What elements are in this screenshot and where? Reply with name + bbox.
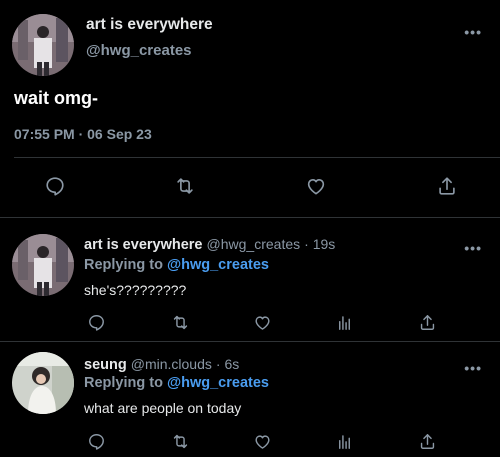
- avatar[interactable]: [12, 352, 74, 414]
- handle[interactable]: @hwg_creates: [207, 236, 301, 252]
- replying-to-link[interactable]: @hwg_creates: [167, 257, 269, 273]
- avatar[interactable]: [12, 234, 74, 296]
- reply-time: · 6s: [215, 356, 240, 372]
- replying-to-link[interactable]: @hwg_creates: [167, 375, 269, 391]
- like-icon[interactable]: [304, 174, 328, 198]
- handle[interactable]: @min.clouds: [131, 356, 212, 372]
- divider: [14, 157, 500, 158]
- display-name[interactable]: seung: [84, 357, 127, 373]
- share-icon[interactable]: [435, 174, 459, 198]
- reply-time: · 19s: [304, 236, 336, 252]
- more-dots-icon[interactable]: •••: [464, 240, 482, 256]
- avatar[interactable]: [12, 14, 74, 76]
- more-dots-icon[interactable]: •••: [464, 24, 482, 40]
- retweet-icon[interactable]: [168, 310, 192, 334]
- display-name[interactable]: art is everywhere: [86, 16, 213, 34]
- analytics-icon[interactable]: [332, 429, 356, 453]
- replying-label: Replying to: [84, 375, 163, 391]
- like-icon[interactable]: [250, 310, 274, 334]
- handle[interactable]: @hwg_creates: [86, 42, 192, 59]
- divider: [0, 341, 500, 342]
- tweet-actions: [0, 310, 500, 334]
- replying-label: Replying to: [84, 257, 163, 273]
- timestamp[interactable]: 07:55 PM · 06 Sep 23: [14, 126, 152, 142]
- display-name[interactable]: art is everywhere: [84, 237, 203, 253]
- tweet-text: what are people on today: [84, 400, 242, 416]
- retweet-icon[interactable]: [168, 429, 192, 453]
- retweet-icon[interactable]: [173, 174, 197, 198]
- tweet-actions: [0, 174, 500, 200]
- share-icon[interactable]: [415, 429, 439, 453]
- like-icon[interactable]: [250, 429, 274, 453]
- share-icon[interactable]: [415, 310, 439, 334]
- tweet-actions: [0, 429, 500, 453]
- tweet-text: wait omg-: [14, 88, 98, 108]
- more-dots-icon[interactable]: •••: [464, 360, 482, 376]
- reply-icon[interactable]: [43, 174, 67, 198]
- reply-icon[interactable]: [84, 429, 108, 453]
- tweet-text: she's?????????: [84, 282, 187, 298]
- divider: [0, 217, 500, 218]
- analytics-icon[interactable]: [332, 310, 356, 334]
- reply-icon[interactable]: [84, 310, 108, 334]
